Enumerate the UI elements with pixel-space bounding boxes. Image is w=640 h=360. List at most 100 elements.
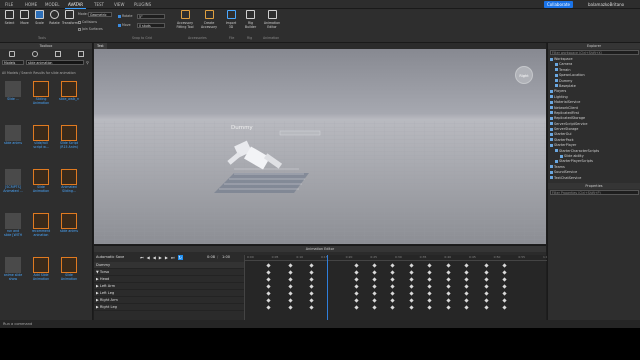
keyframe-marker[interactable] [354,277,359,282]
keyframe-marker[interactable] [390,298,395,303]
skip-end-icon[interactable]: ⏭ [171,255,175,260]
keyframe-marker[interactable] [288,263,293,268]
keyframe-marker[interactable] [502,263,507,268]
keyframe-marker[interactable] [266,284,271,289]
keyframe-marker[interactable] [464,277,469,282]
keyframe-marker[interactable] [354,298,359,303]
keyframe-marker[interactable] [484,270,489,275]
keyframe-marker[interactable] [464,270,469,275]
keyframe-marker[interactable] [266,270,271,275]
explorer-filter-input[interactable]: Filter workspace (Ctrl+Shift+X) [550,50,639,55]
keyframe-marker[interactable] [427,284,432,289]
step-back-icon[interactable]: ◀ [147,255,150,260]
collisions-checkbox[interactable]: Collisions [78,20,97,24]
keyframe-marker[interactable] [372,284,377,289]
creations-icon[interactable] [77,50,84,57]
keyframe-marker[interactable] [390,305,395,310]
join-surfaces-checkbox[interactable]: Join Surfaces [78,27,103,31]
keyframe-marker[interactable] [502,291,507,296]
skip-start-icon[interactable]: ⏮ [140,255,144,260]
keyframe-marker[interactable] [266,263,271,268]
toolbox-item[interactable]: Slide Script (R15 Anim) [59,125,79,163]
track-row[interactable]: ▶ Right Arm [94,297,244,304]
keyframe-marker[interactable] [390,277,395,282]
keyframe-marker[interactable] [502,277,507,282]
keyframe-marker[interactable] [446,305,451,310]
keyframe-marker[interactable] [484,277,489,282]
keyframe-marker[interactable] [484,305,489,310]
keyframe-marker[interactable] [409,270,414,275]
explorer-item[interactable]: TextChatService [550,176,638,181]
menu-plugins[interactable]: PLUGINS [131,0,154,9]
keyframe-marker[interactable] [409,263,414,268]
keyframe-marker[interactable] [354,270,359,275]
keyframe-marker[interactable] [502,305,507,310]
keyframe-marker[interactable] [309,298,314,303]
keyframe-marker[interactable] [464,284,469,289]
3d-viewport[interactable]: Dummy Right [94,43,546,244]
keyframe-marker[interactable] [464,305,469,310]
keyframe-marker[interactable] [372,277,377,282]
keyframe-marker[interactable] [372,263,377,268]
keyframe-marker[interactable] [427,305,432,310]
toolbox-item[interactable]: slide anims [59,213,79,251]
user-name[interactable]: balamazkoBritano [588,0,624,9]
keyframe-marker[interactable] [309,291,314,296]
keyframe-marker[interactable] [266,305,271,310]
toolbox-item[interactable]: run and slide [WITH ... [3,213,23,251]
keyframe-marker[interactable] [288,305,293,310]
menu-model[interactable]: MODEL [42,0,62,9]
keyframe-marker[interactable] [446,270,451,275]
track-row[interactable]: ▶ Left Leg [94,290,244,297]
toolbox-item[interactable]: recomment anination [31,213,51,251]
track-row[interactable]: ▶ Head [94,276,244,283]
keyframe-marker[interactable] [409,291,414,296]
keyframe-marker[interactable] [390,284,395,289]
time-total[interactable]: 1:00 [222,255,230,259]
play-icon[interactable]: ▶ [159,255,162,260]
toolbox-item[interactable]: Slide Animation [59,257,79,295]
keyframe-marker[interactable] [446,263,451,268]
toolbox-item[interactable]: Add Slide Animation [31,257,51,295]
move-snap-checkbox[interactable]: Move [118,23,131,27]
keyframe-marker[interactable] [288,270,293,275]
menu-view[interactable]: VIEW [111,0,127,9]
keyframe-marker[interactable] [354,305,359,310]
play-reverse-icon[interactable]: ◀ [153,255,156,260]
rotate-snap-checkbox[interactable]: Rotate [118,14,132,18]
toolbox-item[interactable]: [SCRIPTS] Animated ... [3,169,23,207]
keyframe-marker[interactable] [502,270,507,275]
menu-file[interactable]: FILE [2,0,16,9]
keyframe-marker[interactable] [502,298,507,303]
properties-filter-input[interactable]: Filter Properties (Ctrl+Shift+P) [550,190,639,195]
mode-select[interactable]: Geometric [88,12,112,17]
keyframe-marker[interactable] [372,291,377,296]
keyframe-marker[interactable] [390,291,395,296]
toolbox-item[interactable]: anime slide show [3,257,23,295]
keyframe-marker[interactable] [484,284,489,289]
keyframe-marker[interactable] [427,298,432,303]
timeline-ruler[interactable]: 0:00 0:05 0:10 0:15 0:20 0:25 0:30 0:35 0:40 0:45… [245,255,550,261]
command-bar[interactable]: Run a command [0,320,640,328]
toolbox-item[interactable]: Sliding Animation [31,81,51,119]
track-row[interactable]: ▼ Torso [94,269,244,276]
toolbox-category-select[interactable]: Models [2,60,24,65]
keyframe-marker[interactable] [288,284,293,289]
recent-icon[interactable] [54,50,61,57]
animation-name[interactable]: Automatic Save [96,255,124,259]
keyframe-marker[interactable] [464,298,469,303]
keyframe-marker[interactable] [372,298,377,303]
keyframe-marker[interactable] [446,284,451,289]
keyframe-marker[interactable] [427,270,432,275]
rig-root-row[interactable]: Dummy [94,262,244,269]
keyframe-marker[interactable] [409,298,414,303]
scale-tool-button[interactable]: Scale [32,10,47,32]
menu-avatar[interactable]: AVATAR [65,0,87,9]
keyframe-marker[interactable] [409,284,414,289]
toolbox-item[interactable]: slide anims [3,125,23,163]
keyframe-marker[interactable] [309,277,314,282]
toolbox-search-input[interactable]: slide animation [26,60,84,65]
rig-builder-button[interactable]: Rig Builder [242,10,259,32]
view-cube[interactable]: Right [515,66,533,84]
viewport-tab[interactable]: Test [94,43,107,49]
